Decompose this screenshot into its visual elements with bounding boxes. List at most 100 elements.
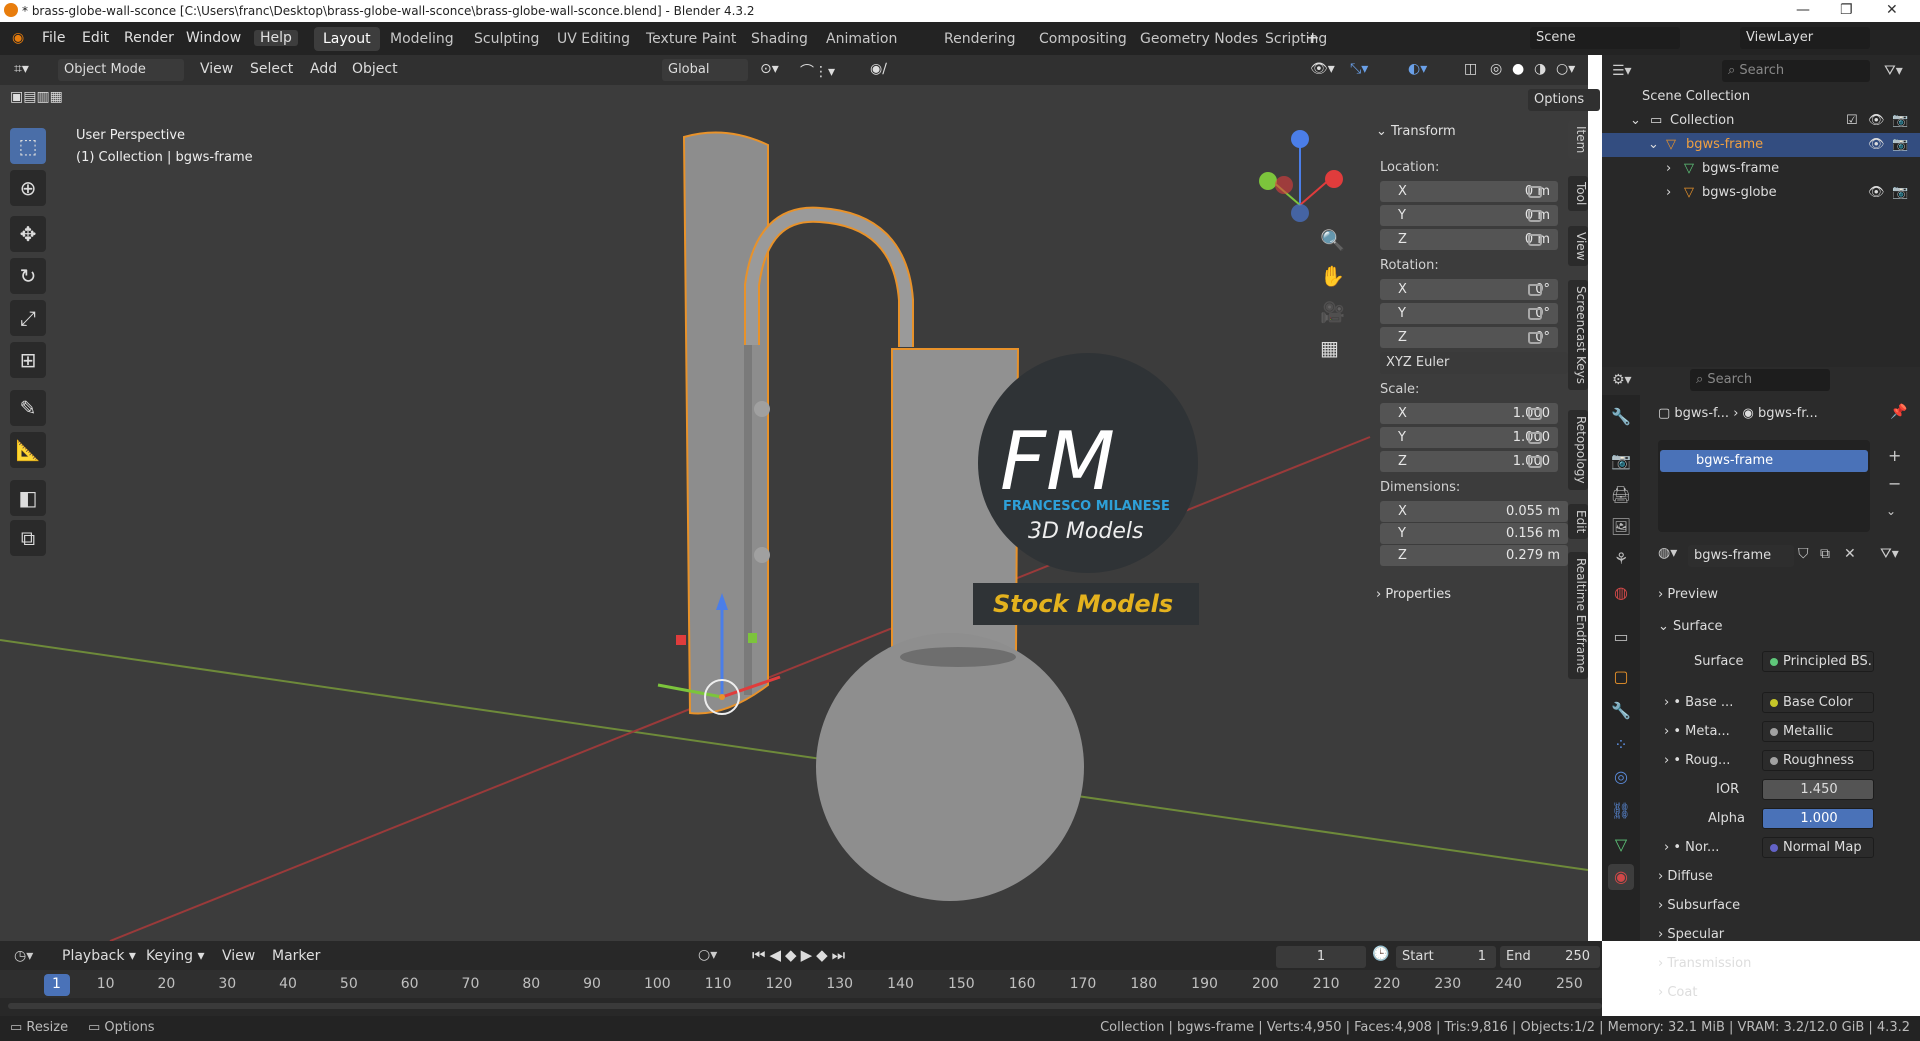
expand-icon[interactable]: ›: [1666, 161, 1671, 176]
tab-animation[interactable]: Animation: [817, 27, 906, 51]
alpha-field[interactable]: 1.000: [1762, 808, 1874, 829]
object-tab-icon[interactable]: ▢: [1608, 664, 1634, 690]
annotate-tool[interactable]: ✎: [10, 390, 46, 426]
end-frame-field[interactable]: End 250: [1500, 946, 1600, 968]
outliner-search-input[interactable]: ⌕ Search: [1722, 60, 1870, 82]
tab-geometry-nodes[interactable]: Geometry Nodes: [1131, 27, 1267, 51]
filter-icon[interactable]: ⛛▾: [1884, 63, 1903, 79]
tab-shading[interactable]: Shading: [742, 27, 817, 51]
selection-mode-icons[interactable]: ▣▤▥▦: [10, 89, 63, 105]
tab-modeling[interactable]: Modeling: [381, 27, 463, 51]
select-box-tool[interactable]: ⬚: [10, 128, 46, 164]
menu-add[interactable]: Add: [310, 61, 337, 77]
tab-sculpting[interactable]: Sculpting: [465, 27, 548, 51]
base-color-socket[interactable]: Base Color: [1762, 692, 1874, 713]
preview-panel-header[interactable]: › Preview: [1658, 587, 1718, 602]
measure-tool[interactable]: 📐: [10, 432, 46, 468]
metallic-socket[interactable]: Metallic: [1762, 721, 1874, 742]
particles-tab-icon[interactable]: ⁘: [1608, 732, 1634, 758]
camera-icon[interactable]: 📷: [1892, 137, 1908, 152]
gizmo-z-ball[interactable]: [1291, 130, 1309, 148]
roughness-socket[interactable]: Roughness: [1762, 750, 1874, 771]
specular-panel-header[interactable]: › Specular: [1658, 927, 1724, 942]
view-layer-tab-icon[interactable]: 🖼: [1608, 514, 1634, 540]
outliner-row-mesh-data[interactable]: › ▽ bgws-frame: [1602, 157, 1920, 181]
eye-icon[interactable]: 👁: [1868, 113, 1885, 128]
input-row-roughness[interactable]: › • Roug...: [1664, 753, 1730, 768]
menu-select[interactable]: Select: [250, 61, 293, 77]
menu-playback[interactable]: Playback ▾: [62, 948, 136, 964]
tab-texture-paint[interactable]: Texture Paint: [637, 27, 745, 51]
add-primitive-tool[interactable]: ⧉: [10, 520, 46, 556]
menu-object[interactable]: Object: [352, 61, 398, 77]
mode-dropdown[interactable]: Object Mode: [58, 59, 184, 81]
transmission-panel-header[interactable]: › Transmission: [1658, 956, 1751, 971]
data-tab-icon[interactable]: ▽: [1608, 832, 1634, 858]
material-browse-icon[interactable]: ◍▾: [1658, 545, 1677, 561]
menu-keying[interactable]: Keying ▾: [146, 948, 205, 964]
shading-wireframe-icon[interactable]: ◎: [1490, 61, 1502, 77]
zoom-icon[interactable]: 🔍: [1320, 228, 1345, 252]
outliner-row-collection[interactable]: ⌄ ▭ Collection ☑ 👁 📷: [1602, 109, 1920, 133]
lock-icon[interactable]: [1528, 456, 1542, 468]
add-slot-button[interactable]: +: [1888, 446, 1901, 465]
eye-icon[interactable]: 👁: [1868, 137, 1885, 152]
input-row-metallic[interactable]: › • Meta...: [1664, 724, 1730, 739]
menu-window[interactable]: Window: [186, 30, 241, 46]
input-row-base-color[interactable]: › • Base ...: [1664, 695, 1733, 710]
material-slot-item[interactable]: bgws-frame: [1660, 450, 1868, 472]
expand-icon[interactable]: ›: [1666, 185, 1671, 200]
tab-compositing[interactable]: Compositing: [1030, 27, 1136, 51]
checkbox-icon[interactable]: ☑: [1846, 113, 1858, 128]
ior-field[interactable]: 1.450: [1762, 779, 1874, 800]
node-filter-icon[interactable]: ⛛▾: [1880, 546, 1899, 562]
outliner-row-bgws-frame[interactable]: ⌄ ▽ bgws-frame 👁 📷: [1602, 133, 1920, 157]
scene-selector[interactable]: Scene: [1530, 27, 1680, 49]
gizmo-toggle-icon[interactable]: ⤡▾: [1350, 61, 1368, 77]
constraints-tab-icon[interactable]: ⛓: [1608, 798, 1634, 824]
maximize-button[interactable]: ❐: [1840, 2, 1853, 18]
subsurface-panel-header[interactable]: › Subsurface: [1658, 898, 1740, 913]
slot-menu-button[interactable]: ⌄: [1886, 504, 1896, 518]
blender-menu-icon[interactable]: ◉: [12, 30, 24, 46]
outliner-editor-icon[interactable]: ☰▾: [1612, 63, 1632, 79]
gizmo-plane-yz[interactable]: [676, 635, 686, 645]
overlay-toggle-icon[interactable]: ◐▾: [1408, 61, 1427, 77]
npanel-tab-screencast-keys[interactable]: Screencast Keys: [1568, 280, 1588, 390]
pin-icon[interactable]: 📌: [1890, 404, 1907, 420]
navigation-gizmo[interactable]: [1259, 130, 1343, 222]
remove-slot-button[interactable]: −: [1888, 474, 1901, 493]
tab-layout[interactable]: Layout: [314, 27, 380, 51]
proportional-edit-icon[interactable]: ◉∕: [870, 61, 887, 77]
shading-material-icon[interactable]: ◑: [1534, 61, 1546, 77]
menu-help[interactable]: Help: [254, 30, 298, 46]
move-tool[interactable]: ✥: [10, 216, 46, 252]
transform-header[interactable]: ⌄ Transform: [1376, 124, 1456, 139]
grid-view-icon[interactable]: ▦: [1320, 336, 1339, 360]
close-button[interactable]: ✕: [1886, 2, 1898, 18]
scene-tab-icon[interactable]: ⚘: [1608, 546, 1634, 572]
properties-editor-icon[interactable]: ⚙▾: [1612, 372, 1632, 388]
options-dropdown[interactable]: Options: [1528, 89, 1600, 111]
coat-panel-header[interactable]: › Coat: [1658, 985, 1697, 1000]
shading-solid-icon[interactable]: ●: [1512, 61, 1524, 77]
camera-icon[interactable]: 📷: [1892, 185, 1908, 200]
collection-tab-icon[interactable]: ▭: [1608, 624, 1634, 650]
timeline-ruler[interactable]: [0, 970, 1602, 998]
shading-rendered-icon[interactable]: ○▾: [1556, 61, 1575, 77]
properties-search-input[interactable]: ⌕ Search: [1690, 369, 1830, 391]
scale-tool[interactable]: ⤢: [10, 300, 46, 336]
diffuse-panel-header[interactable]: › Diffuse: [1658, 869, 1713, 884]
camera-icon[interactable]: 📷: [1892, 113, 1908, 128]
menu-render[interactable]: Render: [124, 30, 174, 46]
transform-tool[interactable]: ⊞: [10, 342, 46, 378]
menu-view[interactable]: View: [200, 61, 233, 77]
minimize-button[interactable]: —: [1796, 2, 1810, 18]
eye-icon[interactable]: 👁: [1868, 185, 1885, 200]
viewport-scene[interactable]: FM FRANCESCO MILANESE 3D Models Stock Mo…: [0, 85, 1588, 941]
fake-user-shield-icon[interactable]: ⛉: [1798, 546, 1809, 562]
timeline-menu-view[interactable]: View: [222, 948, 255, 964]
npanel-tab-retopology[interactable]: Retopology: [1568, 410, 1588, 490]
material-name-field[interactable]: bgws-frame: [1688, 545, 1794, 567]
gizmo-plane-xz[interactable]: [748, 633, 757, 643]
